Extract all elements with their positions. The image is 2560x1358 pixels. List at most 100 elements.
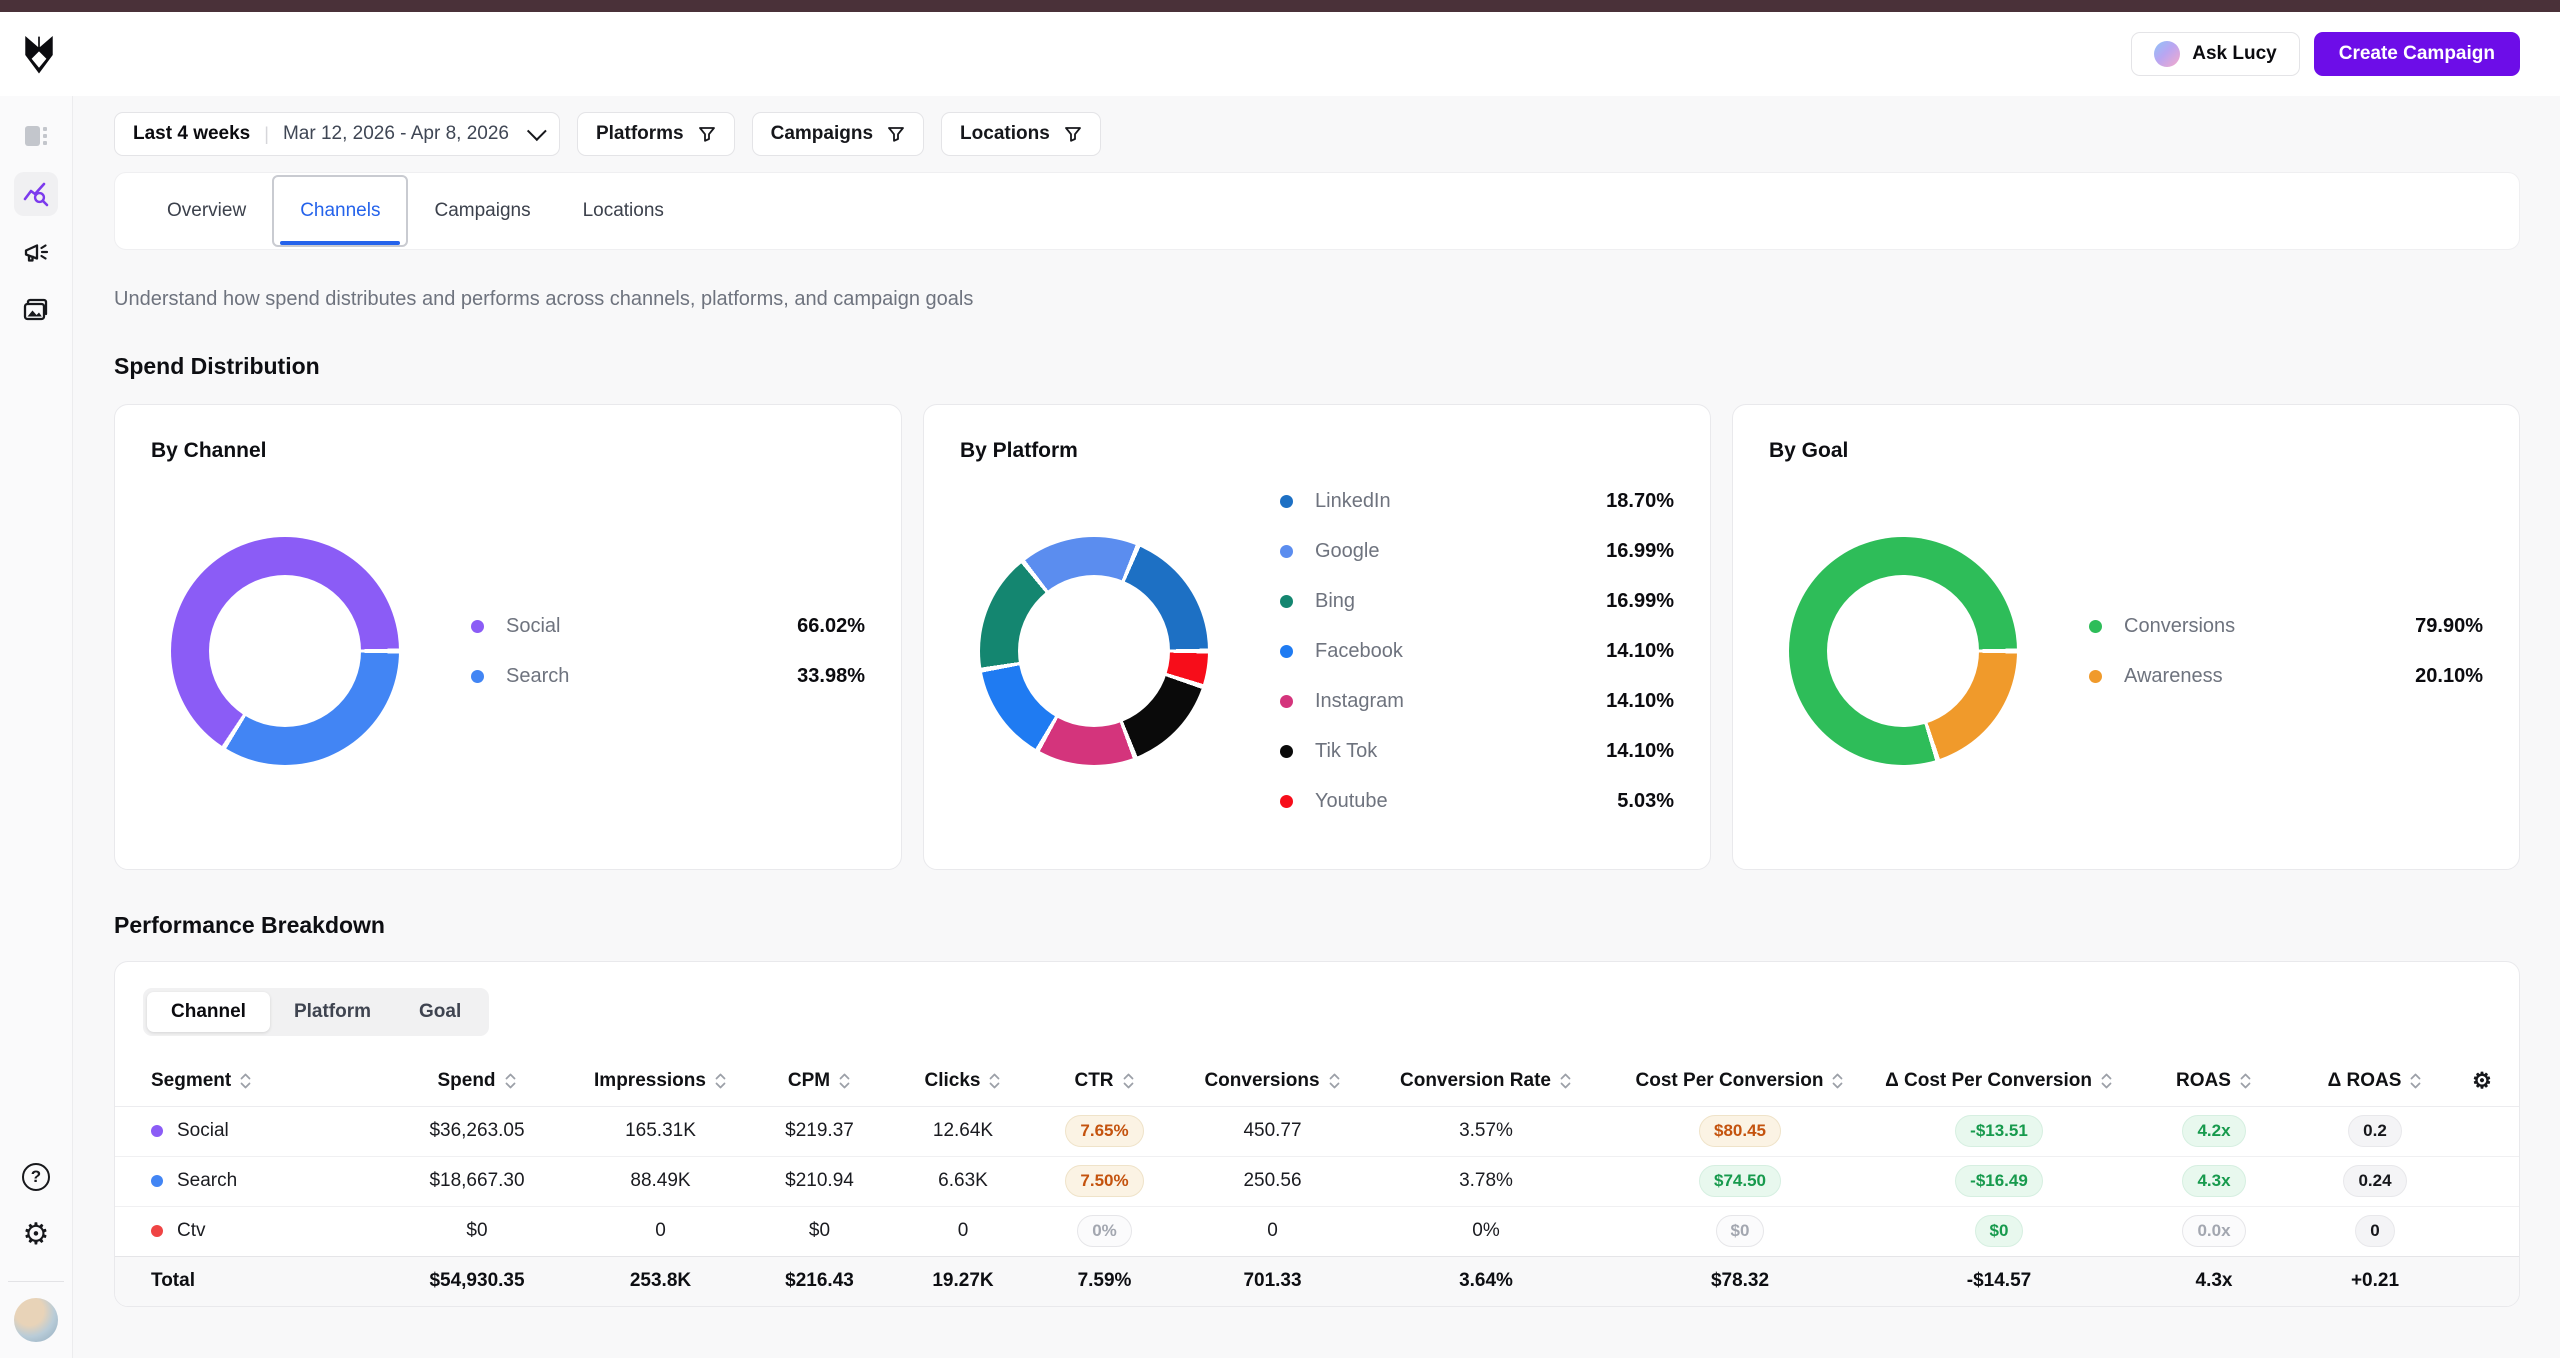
column-header-sort[interactable]: Δ Cost Per Conversion: [1875, 1070, 2123, 1092]
legend-item[interactable]: Awareness20.10%: [2089, 651, 2483, 701]
legend-dot-icon: [1280, 545, 1293, 558]
legend-label: Social: [506, 615, 560, 638]
column-header-sort[interactable]: Conversions: [1178, 1070, 1367, 1092]
sidebar-item-assets[interactable]: [14, 288, 58, 332]
card-title: By Goal: [1769, 439, 2483, 463]
column-header-sort[interactable]: CPM: [744, 1070, 895, 1092]
legend-item[interactable]: Facebook14.10%: [1280, 626, 1674, 676]
metric-value: $36,263.05: [429, 1120, 524, 1141]
legend-label: LinkedIn: [1315, 490, 1391, 513]
performance-table-card: ChannelPlatformGoal SegmentSpendImpressi…: [114, 961, 2520, 1307]
sidebar-item-analytics[interactable]: [14, 172, 58, 216]
sidebar-item-dashboard[interactable]: [14, 114, 58, 158]
column-header-sort[interactable]: ROAS: [2123, 1070, 2305, 1092]
legend-item[interactable]: LinkedIn 18.70%: [1280, 476, 1674, 526]
ask-lucy-button[interactable]: Ask Lucy: [2131, 32, 2299, 76]
create-campaign-button[interactable]: Create Campaign: [2314, 32, 2520, 76]
spend-distribution-title: Spend Distribution: [114, 353, 2520, 380]
legend-item[interactable]: Tik Tok14.10%: [1280, 726, 1674, 776]
column-header-sort[interactable]: Impressions: [577, 1070, 744, 1092]
legend-item[interactable]: Search33.98%: [471, 651, 865, 701]
column-label: Δ Cost Per Conversion: [1885, 1070, 2092, 1092]
tab-campaigns[interactable]: Campaigns: [408, 173, 556, 249]
metric-value: $219.37: [785, 1120, 854, 1141]
metric-badge: $74.50: [1699, 1165, 1781, 1197]
group-by-platform[interactable]: Platform: [270, 992, 395, 1032]
group-by-goal[interactable]: Goal: [395, 992, 485, 1032]
column-header-sort[interactable]: Segment: [115, 1070, 377, 1092]
segment-label: Social: [177, 1120, 229, 1142]
settings-button[interactable]: ⚙: [14, 1213, 58, 1257]
column-header-sort[interactable]: Conversion Rate: [1367, 1070, 1605, 1092]
legend-item[interactable]: Google16.99%: [1280, 526, 1674, 576]
tab-locations[interactable]: Locations: [557, 173, 690, 249]
panels-icon: [23, 123, 49, 149]
spend-distribution-cards: By ChannelSocial66.02%Search33.98% By Pl…: [114, 404, 2520, 870]
user-avatar[interactable]: [14, 1298, 58, 1342]
metric-value: 250.56: [1243, 1170, 1301, 1191]
sidebar-divider: [8, 1281, 64, 1282]
legend-dot-icon: [1280, 645, 1293, 658]
platforms-filter[interactable]: Platforms: [577, 112, 735, 156]
metric-value: $18,667.30: [429, 1170, 524, 1191]
metric-value: 0%: [1472, 1220, 1499, 1241]
column-settings-button[interactable]: ⚙: [2472, 1068, 2492, 1093]
total-value: 701.33: [1243, 1270, 1301, 1291]
legend-label: Facebook: [1315, 640, 1403, 663]
range-preset-label: Last 4 weeks: [133, 123, 250, 145]
legend-item[interactable]: Bing 16.99%: [1280, 576, 1674, 626]
legend-label: Google: [1315, 540, 1380, 563]
date-range-picker[interactable]: Last 4 weeks | Mar 12, 2026 - Apr 8, 202…: [114, 112, 560, 156]
legend-dot-icon: [1280, 595, 1293, 608]
tab-channels[interactable]: Channels: [272, 175, 408, 247]
legend-value: 16.99%: [1606, 590, 1674, 613]
table-row[interactable]: Ctv$00$000%00%$0$00.0x0: [115, 1206, 2519, 1256]
legend-item[interactable]: Youtube5.03%: [1280, 776, 1674, 826]
table-row[interactable]: Social$36,263.05165.31K$219.3712.64K7.65…: [115, 1106, 2519, 1156]
metric-badge: $0: [1716, 1215, 1765, 1247]
sort-icon: [1328, 1071, 1341, 1091]
legend-label: Tik Tok: [1315, 740, 1377, 763]
legend-dot-icon: [2089, 670, 2102, 683]
column-header-sort[interactable]: Δ ROAS: [2305, 1070, 2445, 1092]
metric-value: 165.31K: [625, 1120, 696, 1141]
legend-value: 20.10%: [2415, 665, 2483, 688]
table-row[interactable]: Search$18,667.3088.49K$210.946.63K7.50%2…: [115, 1156, 2519, 1206]
sidebar-item-campaigns[interactable]: [14, 230, 58, 274]
legend-value: 14.10%: [1606, 690, 1674, 713]
legend-item[interactable]: Conversions 79.90%: [2089, 601, 2483, 651]
legend-item[interactable]: Social66.02%: [471, 601, 865, 651]
metric-value: 88.49K: [630, 1170, 690, 1191]
legend-value: 79.90%: [2415, 615, 2483, 638]
column-header-sort[interactable]: Cost Per Conversion: [1605, 1070, 1875, 1092]
sort-icon: [988, 1071, 1001, 1091]
metric-badge: 0.2: [2348, 1115, 2402, 1147]
campaigns-filter[interactable]: Campaigns: [752, 112, 924, 156]
legend-label: Conversions: [2124, 615, 2235, 638]
help-icon: ?: [22, 1163, 50, 1191]
legend-value: 18.70%: [1606, 490, 1674, 513]
locations-filter[interactable]: Locations: [941, 112, 1101, 156]
column-label: Conversions: [1204, 1070, 1319, 1092]
performance-breakdown-title: Performance Breakdown: [114, 912, 2520, 939]
group-by-channel[interactable]: Channel: [147, 992, 270, 1032]
chart-legend: Conversions 79.90% Awareness20.10%: [2089, 601, 2483, 701]
legend-label: Bing: [1315, 590, 1355, 613]
metric-badge: 0%: [1077, 1215, 1132, 1247]
tab-overview[interactable]: Overview: [141, 173, 272, 249]
help-button[interactable]: ?: [14, 1155, 58, 1199]
card-title: By Platform: [960, 439, 1674, 463]
app-logo[interactable]: [0, 32, 78, 76]
legend-dot-icon: [1280, 745, 1293, 758]
column-header-sort[interactable]: Spend: [377, 1070, 577, 1092]
header-actions: Ask Lucy Create Campaign: [2131, 32, 2560, 76]
legend-item[interactable]: Instagram14.10%: [1280, 676, 1674, 726]
analytics-icon: [22, 180, 50, 208]
column-header-sort[interactable]: Clicks: [895, 1070, 1031, 1092]
funnel-icon: [1064, 125, 1082, 143]
column-header-sort[interactable]: CTR: [1031, 1070, 1178, 1092]
total-value: 4.3x: [2196, 1270, 2233, 1291]
donut-hole: [1018, 575, 1170, 727]
total-value: 7.59%: [1078, 1270, 1132, 1291]
column-label: Cost Per Conversion: [1636, 1070, 1824, 1092]
